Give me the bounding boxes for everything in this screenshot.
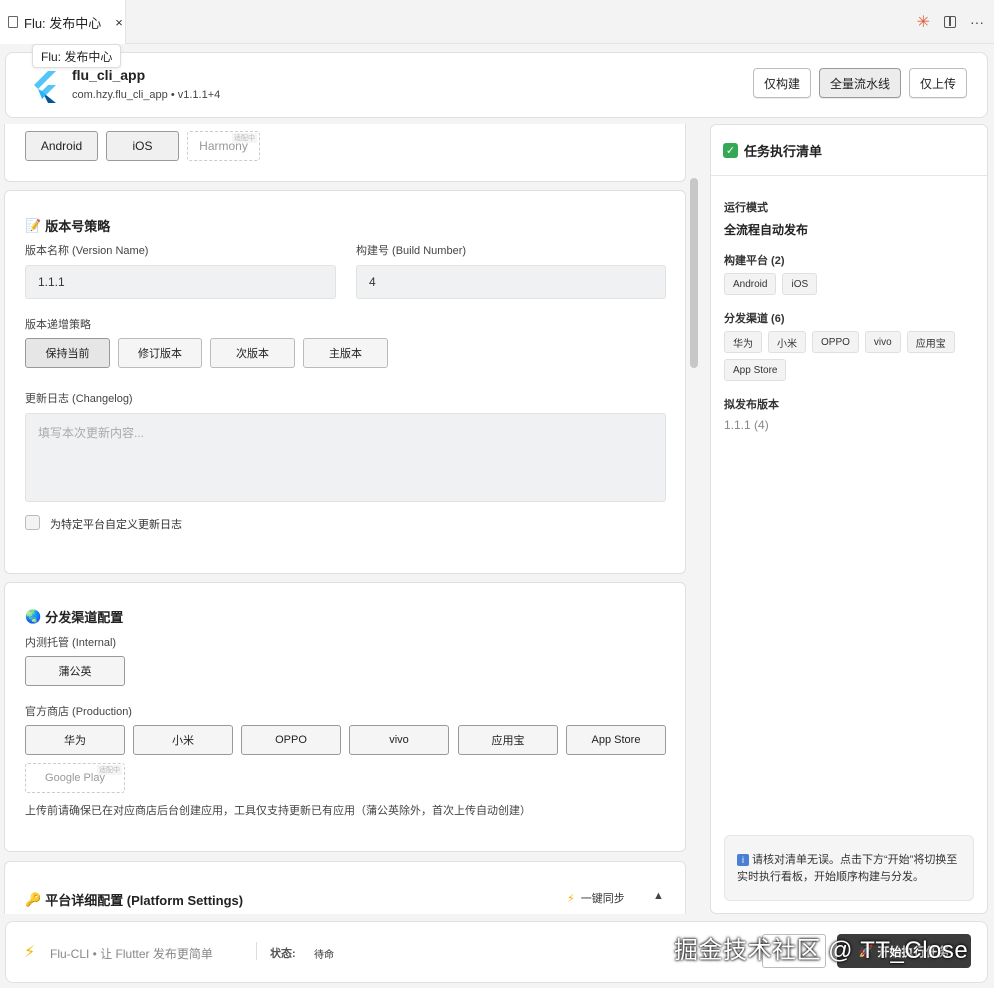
channels-section-title: 🌏 分发渠道配置 [25,607,123,626]
platform-settings-card: 🔑 平台详细配置 (Platform Settings) ⚡ 一键同步 ▲ [4,861,686,914]
store-appstore-button[interactable]: App Store [566,725,666,755]
store-yingyongbao-button[interactable]: 应用宝 [458,725,558,755]
channels-card: 🌏 分发渠道配置 内测托管 (Internal) 蒲公英 官方商店 (Produ… [4,582,686,852]
strategy-minor-button[interactable]: 次版本 [210,338,295,368]
build-platforms-chips: Android iOS [724,273,984,295]
app-header: flu_cli_app com.hzy.flu_cli_app • v1.1.1… [5,52,988,118]
key-icon: 🔑 [25,891,42,907]
collapse-icon[interactable]: ▲ [653,890,664,902]
checklist-title: ✓ 任务执行清单 [723,141,822,160]
footer-brand: Flu-CLI • 让 Flutter 发布更简单 [50,947,213,961]
chip: vivo [864,331,901,353]
strategy-major-button[interactable]: 主版本 [303,338,388,368]
bolt-icon: ⚡ [24,944,36,961]
chip: iOS [782,273,818,295]
version-name-label: 版本名称 (Version Name) [25,245,149,257]
tab-tooltip: Flu: 发布中心 [32,44,122,68]
app-name: flu_cli_app [72,67,146,83]
checklist-info: i 请核对清单无误。点击下方“开始”将切换至实时执行看板，开始顺序构建与分发。 [724,835,974,901]
main-content: Android iOS 适配中 Harmony 📝 版本号策略 版本名称 (Ve… [0,124,702,914]
tab-release-center[interactable]: Flu: 发布中心 × [0,0,126,44]
version-title-text: 版本号策略 [45,219,111,234]
check-icon: ✓ [723,143,738,158]
tab-actions: ✳ ··· [917,12,984,32]
strategy-label: 版本递增策略 [25,319,91,331]
chip: App Store [724,359,787,381]
upload-only-button[interactable]: 仅上传 [908,68,967,98]
info-icon: i [737,854,749,866]
mode-buttons: 仅构建 全量流水线 仅上传 [752,68,967,98]
changelog-textarea[interactable]: 填写本次更新内容... [25,413,666,502]
sync-button[interactable]: ⚡ 一键同步 [567,890,625,906]
store-google-play-button: 适配中 Google Play [25,763,125,793]
tab-bar: Flu: 发布中心 × ✳ ··· [0,0,994,44]
globe-icon: 🌏 [25,608,42,624]
store-huawei-button[interactable]: 华为 [25,725,125,755]
version-name-input[interactable]: 1.1.1 [25,265,336,299]
split-editor-icon[interactable] [944,16,956,28]
chip: Android [724,273,777,295]
custom-changelog-checkbox[interactable] [25,515,40,530]
platform-settings-title-text: 平台详细配置 (Platform Settings) [45,893,244,908]
channels-chips: 华为 小米 OPPO vivo 应用宝 App Store [724,331,984,381]
platform-buttons: Android iOS 适配中 Harmony [25,131,260,161]
chip: OPPO [812,331,859,353]
sync-label: 一键同步 [580,893,625,905]
store-oppo-button[interactable]: OPPO [241,725,341,755]
adapting-tag: 适配中 [232,133,257,143]
divider [711,175,987,176]
chip: 小米 [768,331,806,353]
flutter-logo-icon [34,71,56,103]
footer-separator [256,942,257,960]
internal-label: 内测托管 (Internal) [25,637,117,649]
spark-icon[interactable]: ✳ [917,12,930,32]
channels-label: 分发渠道 (6) [724,313,785,325]
close-icon[interactable]: × [115,15,123,30]
release-version-label: 拟发布版本 [724,399,779,411]
build-only-button[interactable]: 仅构建 [752,68,811,98]
mode-value: 全流程自动发布 [724,223,809,237]
version-card: 📝 版本号策略 版本名称 (Version Name) 1.1.1 构建号 (B… [4,190,686,574]
adapting-tag: 适配中 [97,765,122,775]
bolt-icon: ⚡ [567,892,575,905]
changelog-label: 更新日志 (Changelog) [25,393,133,405]
info-text: 请核对清单无误。点击下方“开始”将切换至实时执行看板，开始顺序构建与分发。 [737,854,958,883]
channels-title-text: 分发渠道配置 [45,610,124,625]
file-icon [8,16,18,28]
strategy-patch-button[interactable]: 修订版本 [118,338,202,368]
checklist-panel: ✓ 任务执行清单 运行模式 全流程自动发布 构建平台 (2) Android i… [710,124,988,914]
channel-pgyer-button[interactable]: 蒲公英 [25,656,125,686]
build-number-label: 构建号 (Build Number) [356,245,467,257]
status-value: 待命 [314,950,334,961]
channels-note: 上传前请确保已在对应商店后台创建应用，工具仅支持更新已有应用（蒲公英除外，首次上… [25,805,531,817]
platform-harmony-button: 适配中 Harmony [187,131,260,161]
memo-icon: 📝 [25,217,42,233]
status-label: 状态: [270,948,296,960]
release-version-value: 1.1.1 (4) [724,418,769,432]
platforms-card: Android iOS 适配中 Harmony [4,124,686,182]
google-play-label: Google Play [45,772,105,784]
platform-android-button[interactable]: Android [25,131,98,161]
chip: 华为 [724,331,762,353]
mode-label: 运行模式 [724,202,768,214]
store-xiaomi-button[interactable]: 小米 [133,725,233,755]
build-number-input[interactable]: 4 [356,265,666,299]
strategy-keep-button[interactable]: 保持当前 [25,338,110,368]
store-vivo-button[interactable]: vivo [349,725,449,755]
chip: 应用宝 [906,331,955,353]
watermark: 掘金技术社区 @ TT_Close [674,937,969,964]
platform-settings-title: 🔑 平台详细配置 (Platform Settings) [25,890,243,909]
build-platforms-label: 构建平台 (2) [724,255,785,267]
platform-ios-button[interactable]: iOS [106,131,179,161]
full-pipeline-button[interactable]: 全量流水线 [818,68,901,98]
scrollbar[interactable] [690,178,698,368]
checklist-title-text: 任务执行清单 [744,144,823,159]
app-package: com.hzy.flu_cli_app • v1.1.1+4 [72,89,221,101]
production-label: 官方商店 (Production) [25,706,132,718]
version-section-title: 📝 版本号策略 [25,216,110,235]
tab-title: Flu: 发布中心 [24,15,102,31]
custom-changelog-label: 为特定平台自定义更新日志 [50,519,182,531]
more-icon[interactable]: ··· [970,14,984,30]
